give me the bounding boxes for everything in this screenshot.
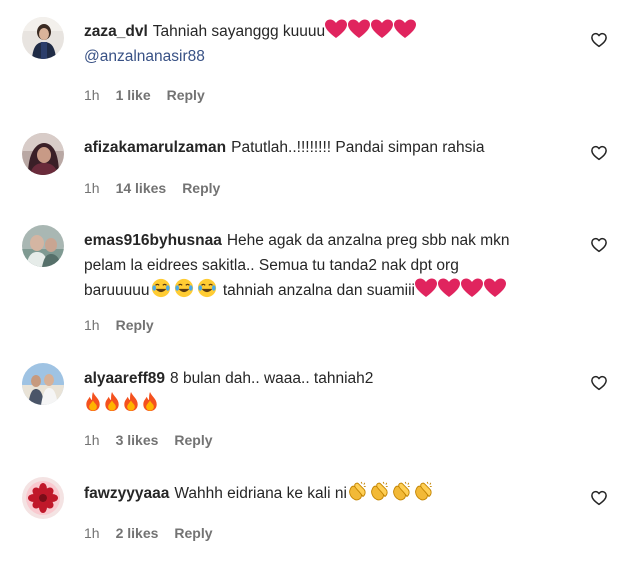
comment-username[interactable]: afizakamarulzaman (84, 139, 226, 156)
comment-meta: 1h 2 likes Reply (84, 524, 229, 542)
comment-username[interactable]: fawzyyyaaa (84, 485, 169, 502)
likes-count[interactable]: 14 likes (116, 180, 167, 196)
likes-count[interactable]: 2 likes (116, 525, 159, 541)
tears-of-joy-icon (173, 278, 195, 298)
like-heart-icon[interactable] (590, 374, 608, 392)
comment-meta: 1h Reply (84, 316, 170, 334)
like-heart-icon[interactable] (590, 31, 608, 49)
reply-button[interactable]: Reply (182, 180, 220, 196)
red-heart-icon (415, 278, 437, 298)
comment-body-line3b: tahniah anzalna dan suamiii (222, 282, 415, 299)
comment-time[interactable]: 1h (84, 317, 100, 333)
clapping-hands-icon (413, 481, 434, 501)
fire-icon (141, 391, 159, 412)
red-heart-icon (484, 278, 506, 298)
avatar[interactable] (22, 133, 64, 175)
avatar[interactable] (22, 363, 64, 405)
red-heart-icon (461, 278, 483, 298)
comment-username[interactable]: emas916byhusnaa (84, 232, 222, 249)
red-heart-icon (394, 19, 417, 39)
avatar[interactable] (22, 17, 64, 59)
reply-button[interactable]: Reply (167, 87, 205, 103)
likes-count[interactable]: 1 like (116, 87, 151, 103)
avatar[interactable] (22, 477, 64, 519)
comment-text: afizakamarulzaman Patutlah..!!!!!!!! Pand… (84, 135, 564, 160)
comment-time[interactable]: 1h (84, 180, 100, 196)
likes-count[interactable]: 3 likes (116, 432, 159, 448)
red-heart-icon (348, 19, 371, 39)
comment-body-line2: pelam la eidrees sakitla.. Semua tu tand… (84, 257, 459, 274)
mention-link[interactable]: @anzalnanasir88 (84, 48, 205, 65)
tears-of-joy-icon (196, 278, 218, 298)
comment-body-line1: Hehe agak da anzalna preg sbb nak mkn (226, 232, 510, 249)
comment-body: Patutlah..!!!!!!!! Pandai simpan rahsia (231, 139, 485, 156)
clapping-hands-icon (391, 481, 412, 501)
comment-body-line3a: baruuuuu (84, 282, 150, 299)
reply-button[interactable]: Reply (116, 317, 154, 333)
fire-icon (84, 391, 102, 412)
comment-text: alyaareff89 8 bulan dah.. waaa.. tahniah2 (84, 366, 564, 417)
comment-text: fawzyyyaaa Wahhh eidriana ke kali ni (84, 481, 564, 506)
tears-of-joy-icon (150, 278, 172, 298)
comment-username[interactable]: alyaareff89 (84, 370, 165, 387)
comment-time[interactable]: 1h (84, 525, 100, 541)
red-heart-icon (438, 278, 460, 298)
comment-text: emas916byhusnaa Hehe agak da anzalna preg… (84, 228, 564, 303)
comment-meta: 1h 3 likes Reply (84, 431, 229, 449)
comment-body: Wahhh eidriana ke kali ni (174, 485, 347, 502)
clapping-hands-icon (347, 481, 368, 501)
like-heart-icon[interactable] (590, 489, 608, 507)
fire-icon (122, 391, 140, 412)
avatar[interactable] (22, 225, 64, 267)
comment-body: 8 bulan dah.. waaa.. tahniah2 (170, 370, 374, 387)
reply-button[interactable]: Reply (174, 432, 212, 448)
like-heart-icon[interactable] (590, 144, 608, 162)
comment-time[interactable]: 1h (84, 87, 100, 103)
comment-time[interactable]: 1h (84, 432, 100, 448)
like-heart-icon[interactable] (590, 236, 608, 254)
reply-button[interactable]: Reply (174, 525, 212, 541)
comment-meta: 1h 14 likes Reply (84, 179, 236, 197)
comment-username[interactable]: zaza_dvl (84, 23, 148, 40)
comment-text: zaza_dvl Tahniah sayanggg kuuuu @anzalnan… (84, 19, 564, 69)
fire-icon (103, 391, 121, 412)
comment-meta: 1h 1 like Reply (84, 86, 221, 104)
red-heart-icon (371, 19, 394, 39)
red-heart-icon (325, 19, 348, 39)
comment-body: Tahniah sayanggg kuuuu (152, 23, 326, 40)
clapping-hands-icon (369, 481, 390, 501)
